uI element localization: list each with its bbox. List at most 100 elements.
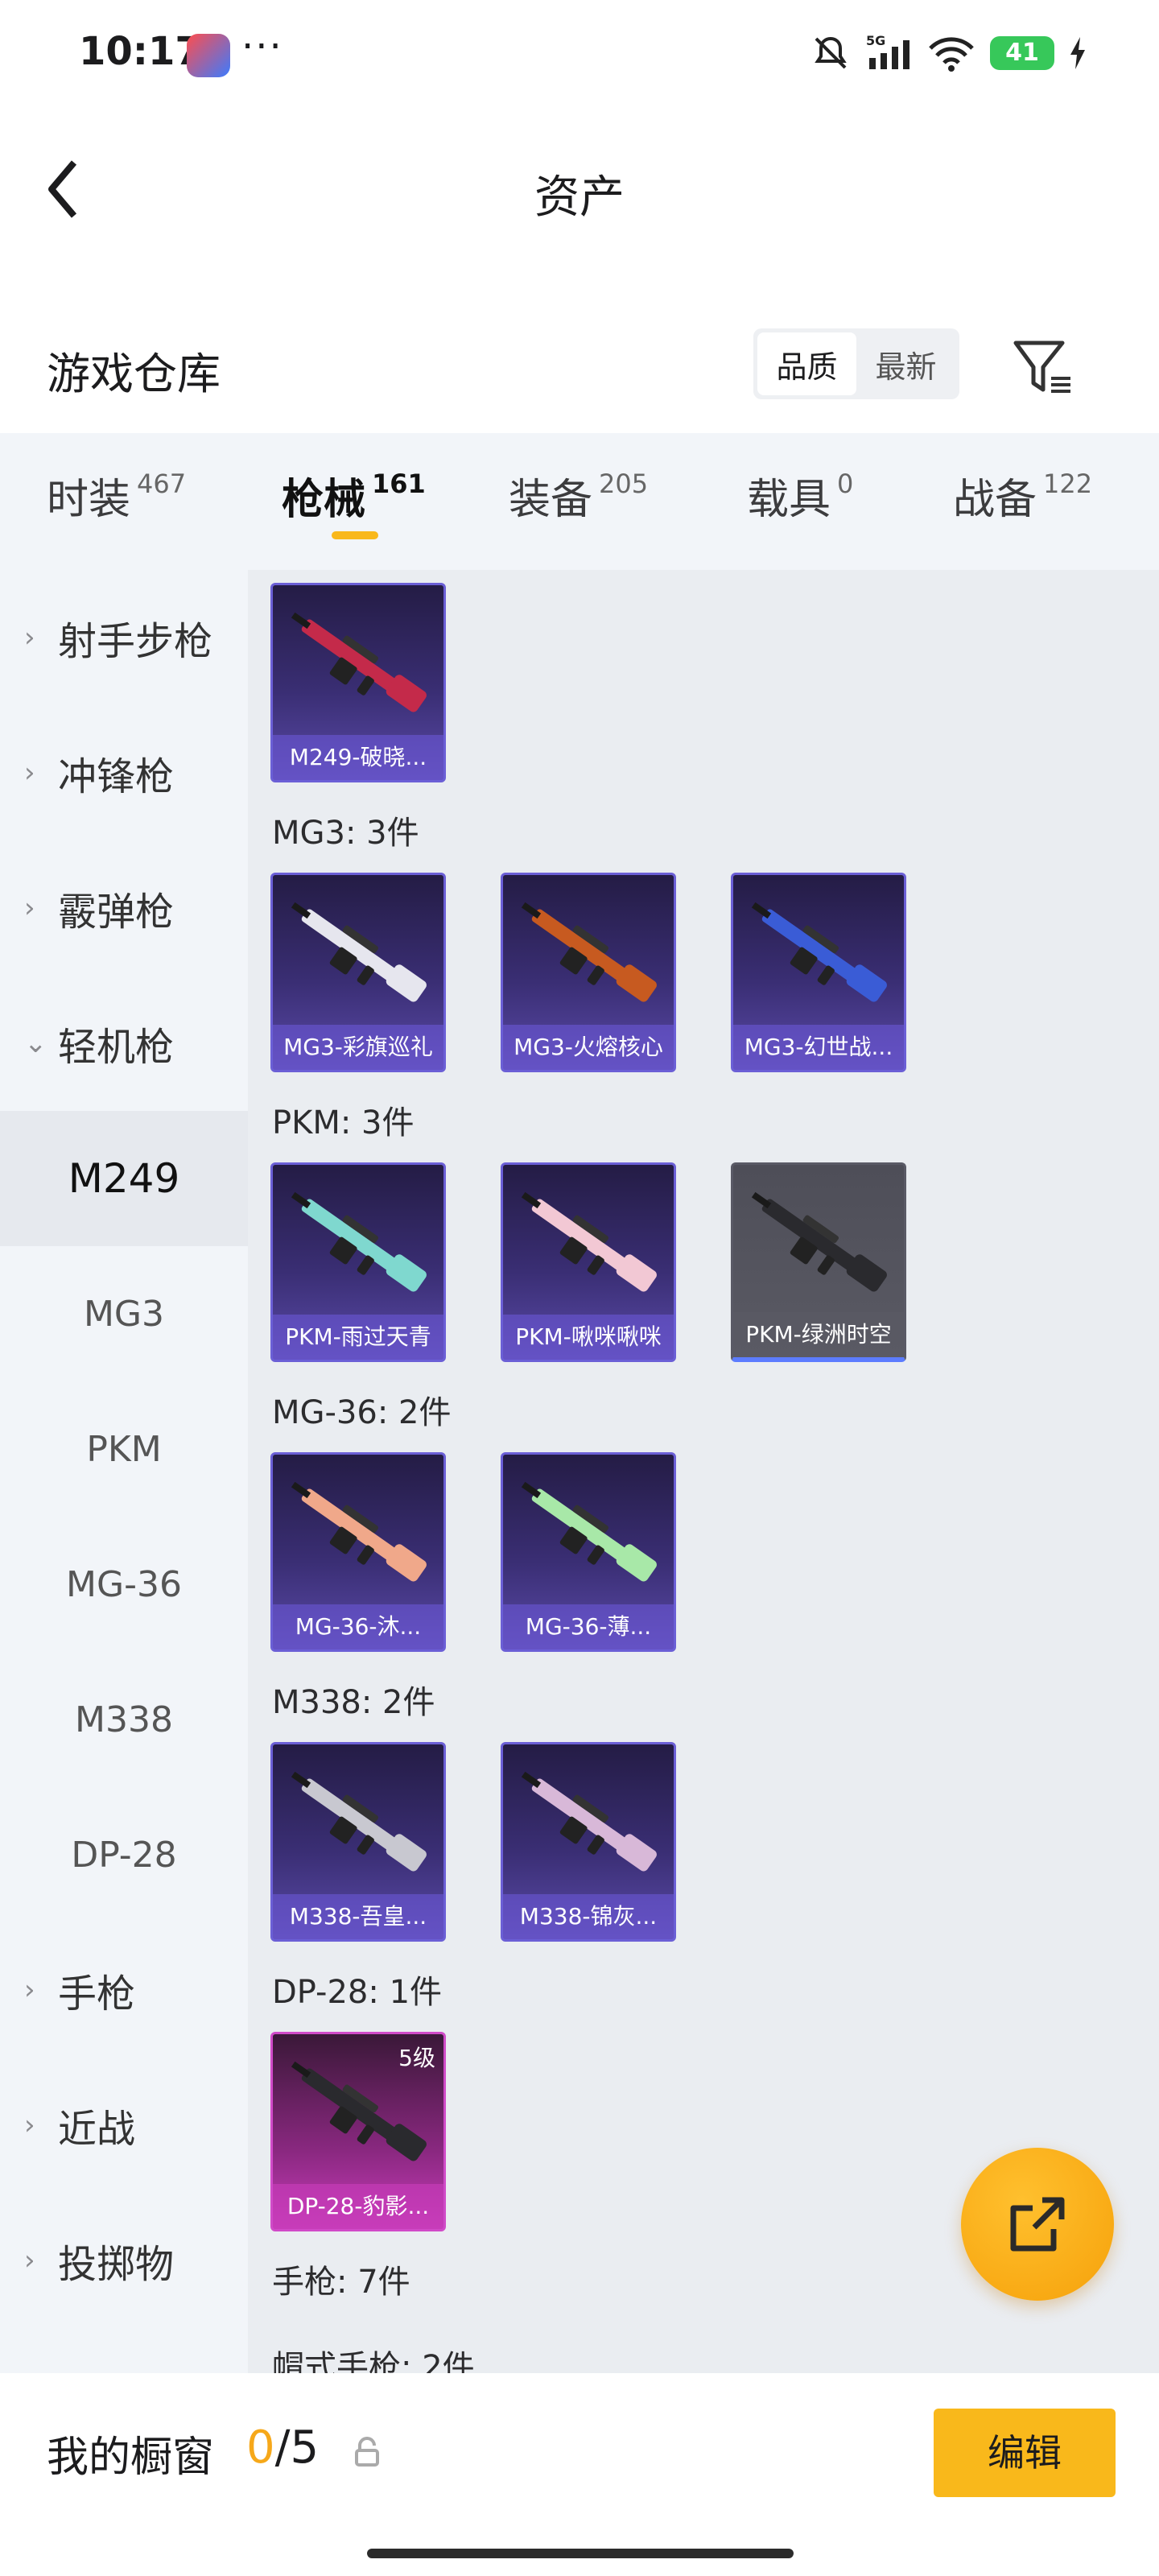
weapon-card-m338-1[interactable]: M338-锦灰... bbox=[501, 1742, 676, 1942]
tab-equipment[interactable]: 装备 205 bbox=[509, 465, 648, 526]
sort-toggle: 品质 最新 bbox=[753, 328, 959, 399]
sidebar-item-label: DP-28 bbox=[71, 1834, 177, 1876]
tab-label: 载具 bbox=[747, 476, 831, 524]
sidebar-item-throwable[interactable]: › 投掷物 bbox=[0, 2193, 248, 2328]
share-external-icon bbox=[1010, 2197, 1065, 2252]
showcase-bar: 我的橱窗 0/5 编辑 bbox=[0, 2375, 1159, 2576]
tab-count: 161 bbox=[372, 469, 426, 499]
nav-bar: 资产 bbox=[0, 121, 1159, 258]
weapon-skin-icon bbox=[521, 1481, 657, 1582]
group-title-pistol: 手枪: 7件 bbox=[272, 2264, 410, 2301]
weapon-card-mg36-0[interactable]: MG-36-沐... bbox=[270, 1452, 446, 1652]
weapon-name: DP-28-豹影... bbox=[273, 2184, 443, 2229]
filter-icon[interactable] bbox=[1011, 336, 1075, 401]
level-badge: 5级 bbox=[398, 2045, 435, 2071]
chevron-right-icon: › bbox=[24, 621, 35, 654]
sidebar-item-label: 手枪 bbox=[58, 1971, 136, 2017]
svg-text:5G: 5G bbox=[866, 34, 885, 48]
group-title-cap-pistol: 帽式手枪: 2件 bbox=[272, 2349, 475, 2373]
sidebar-item-mg36[interactable]: MG-36 bbox=[0, 1517, 248, 1652]
weapon-skin-icon bbox=[291, 1771, 427, 1872]
share-fab-button[interactable] bbox=[961, 2148, 1114, 2301]
sidebar-item-marksman-rifle[interactable]: › 射手步枪 bbox=[0, 570, 248, 705]
weapon-skin-icon bbox=[291, 1481, 427, 1582]
weapon-card-dp28-0[interactable]: 5级 DP-28-豹影... bbox=[270, 2032, 446, 2231]
warehouse-title: 游戏仓库 bbox=[47, 349, 221, 399]
weapon-skin-icon bbox=[291, 1191, 427, 1292]
showcase-label: 我的橱窗 bbox=[47, 2434, 215, 2482]
weapon-card-m338-0[interactable]: M338-吾皇... bbox=[270, 1742, 446, 1942]
sidebar-item-label: 霰弹枪 bbox=[58, 890, 175, 935]
tab-count: 122 bbox=[1043, 469, 1093, 499]
weapon-name: M249-破晓... bbox=[273, 735, 443, 780]
weapon-card-mg3-0[interactable]: MG3-彩旗巡礼 bbox=[270, 873, 446, 1072]
chevron-right-icon: › bbox=[24, 2244, 35, 2277]
group-title-mg3: MG3: 3件 bbox=[272, 815, 419, 852]
weapon-name: MG-36-薄... bbox=[503, 1604, 674, 1649]
tab-count: 0 bbox=[837, 469, 854, 499]
group-title-pkm: PKM: 3件 bbox=[272, 1104, 415, 1141]
sidebar-item-shotgun[interactable]: › 霰弹枪 bbox=[0, 840, 248, 976]
sidebar-item-label: M338 bbox=[75, 1699, 173, 1740]
group-title-dp28: DP-28: 1件 bbox=[272, 1974, 443, 2011]
group-title-m338: M338: 2件 bbox=[272, 1684, 435, 1721]
weapon-card-mg3-1[interactable]: MG3-火熔核心 bbox=[501, 873, 676, 1072]
sidebar-item-m249[interactable]: M249 bbox=[0, 1111, 248, 1246]
chevron-down-icon: ⌄ bbox=[24, 1027, 47, 1059]
tab-combat-gear[interactable]: 战备 122 bbox=[953, 465, 1092, 526]
active-tab-indicator bbox=[332, 531, 378, 539]
weapon-card-pkm-2[interactable]: PKM-绿洲时空 bbox=[731, 1162, 906, 1362]
weapon-card-pkm-0[interactable]: PKM-雨过天青 bbox=[270, 1162, 446, 1362]
weapon-name: M338-吾皇... bbox=[273, 1894, 443, 1939]
sort-quality-button[interactable]: 品质 bbox=[757, 332, 856, 395]
sidebar-item-label: MG3 bbox=[83, 1293, 165, 1335]
weapon-card-mg3-2[interactable]: MG3-幻世战... bbox=[731, 873, 906, 1072]
sidebar-item-pkm[interactable]: PKM bbox=[0, 1381, 248, 1517]
signal-icon: 5G bbox=[866, 34, 909, 69]
charging-icon bbox=[1070, 37, 1085, 69]
app-notification-icon bbox=[187, 34, 230, 77]
showcase-count: 0/5 bbox=[246, 2421, 319, 2474]
more-notifications-icon: ··· bbox=[241, 24, 283, 69]
sidebar-item-dp28[interactable]: DP-28 bbox=[0, 1787, 248, 1922]
category-tabs: 时装 467 枪械 161 装备 205 载具 0 战备 122 bbox=[0, 433, 1159, 570]
tab-vehicles[interactable]: 载具 0 bbox=[747, 465, 853, 526]
home-indicator[interactable] bbox=[367, 2549, 794, 2558]
sidebar-item-label: 轻机枪 bbox=[58, 1025, 175, 1070]
sidebar-item-label: 射手步枪 bbox=[58, 619, 213, 664]
weapon-skin-icon bbox=[521, 1191, 657, 1292]
weapon-name: MG3-彩旗巡礼 bbox=[273, 1025, 443, 1070]
weapon-card-mg36-1[interactable]: MG-36-薄... bbox=[501, 1452, 676, 1652]
sidebar-item-pistol[interactable]: › 手枪 bbox=[0, 1922, 248, 2058]
battery-icon: 41 bbox=[990, 36, 1054, 70]
tab-label: 战备 bbox=[953, 476, 1037, 524]
weapon-sidebar: › 射手步枪 › 冲锋枪 › 霰弹枪 ⌄ 轻机枪 M249 MG3 PKM MG… bbox=[0, 570, 248, 2373]
sidebar-item-label: 冲锋枪 bbox=[58, 754, 175, 799]
status-time: 10:17 bbox=[79, 29, 202, 74]
chevron-right-icon: › bbox=[24, 892, 35, 924]
tab-label: 时装 bbox=[47, 476, 131, 524]
weapon-skin-icon bbox=[751, 1191, 887, 1292]
weapon-skin-icon bbox=[521, 902, 657, 1002]
sidebar-item-smg[interactable]: › 冲锋枪 bbox=[0, 705, 248, 840]
tab-label: 装备 bbox=[509, 476, 593, 524]
sidebar-item-lmg[interactable]: ⌄ 轻机枪 bbox=[0, 976, 248, 1111]
weapon-card-pkm-1[interactable]: PKM-啾咪啾咪 bbox=[501, 1162, 676, 1362]
wifi-icon bbox=[929, 37, 974, 72]
mute-icon bbox=[815, 36, 847, 69]
sidebar-item-label: 投掷物 bbox=[58, 2242, 175, 2287]
weapon-name: MG-36-沐... bbox=[273, 1604, 443, 1649]
edit-button[interactable]: 编辑 bbox=[934, 2409, 1116, 2497]
lock-icon bbox=[355, 2437, 379, 2467]
sidebar-item-melee[interactable]: › 近战 bbox=[0, 2058, 248, 2193]
sort-latest-button[interactable]: 最新 bbox=[856, 332, 955, 395]
tab-firearms[interactable]: 枪械 161 bbox=[282, 465, 426, 526]
sidebar-item-label: PKM bbox=[86, 1428, 162, 1470]
sidebar-item-m338[interactable]: M338 bbox=[0, 1652, 248, 1787]
weapon-name: PKM-啾咪啾咪 bbox=[503, 1315, 674, 1360]
weapon-grid: M249-破晓... MG3: 3件 MG3-彩旗巡礼 MG3-火熔核心 MG3… bbox=[248, 570, 1159, 2373]
sidebar-item-mg3[interactable]: MG3 bbox=[0, 1246, 248, 1381]
weapon-skin-icon bbox=[291, 612, 427, 712]
weapon-card-m249-0[interactable]: M249-破晓... bbox=[270, 583, 446, 782]
tab-fashion[interactable]: 时装 467 bbox=[47, 465, 186, 526]
